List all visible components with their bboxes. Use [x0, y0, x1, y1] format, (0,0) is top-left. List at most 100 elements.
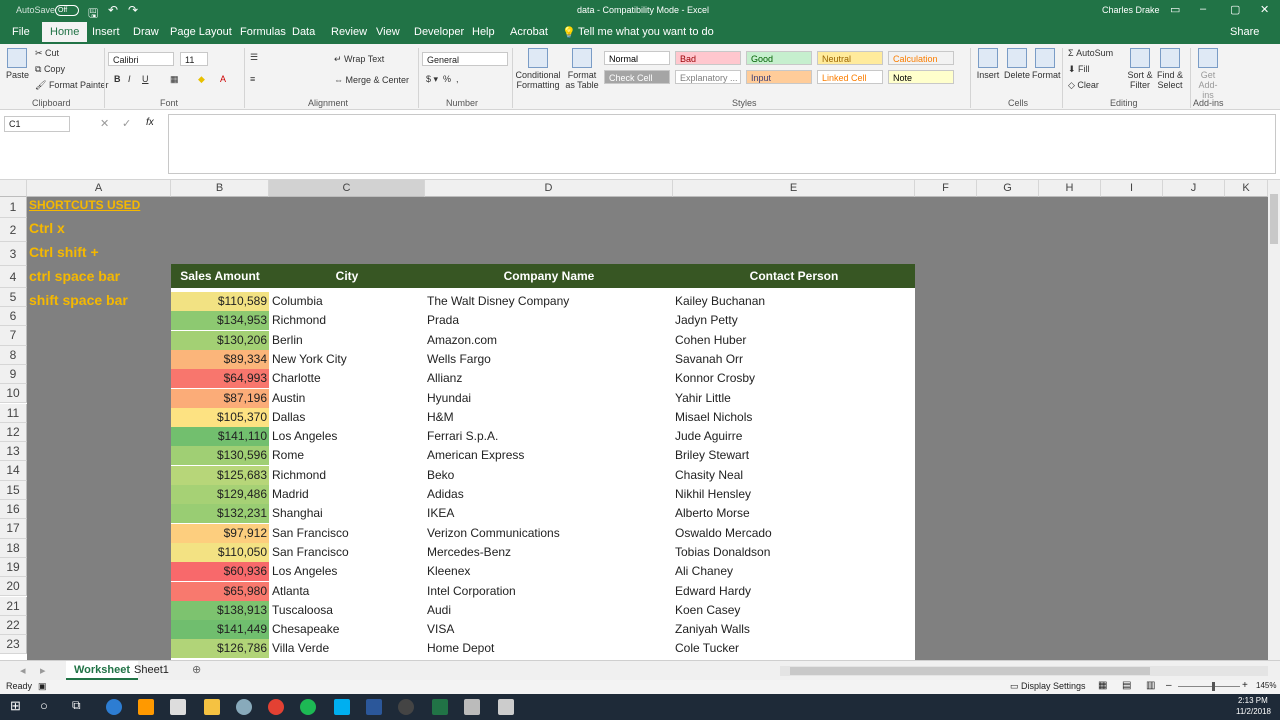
- row-header[interactable]: 3: [0, 242, 27, 266]
- col-header-i[interactable]: I: [1101, 180, 1163, 197]
- normal-view-icon[interactable]: ▦: [1098, 680, 1107, 691]
- row-header[interactable]: 8: [0, 345, 27, 365]
- company-cell[interactable]: Mercedes-Benz: [427, 545, 511, 559]
- sales-amount-cell[interactable]: $110,589: [171, 292, 269, 311]
- row-header[interactable]: 11: [0, 403, 27, 423]
- macro-record-icon[interactable]: ▣: [38, 681, 47, 692]
- company-cell[interactable]: Amazon.com: [427, 333, 497, 347]
- contact-cell[interactable]: Zaniyah Walls: [675, 622, 750, 636]
- sales-amount-cell[interactable]: $89,334: [171, 349, 269, 369]
- sheet-tab-sheet1[interactable]: Sheet1: [134, 664, 169, 676]
- enter-icon[interactable]: ✓: [122, 117, 131, 130]
- undo-icon[interactable]: ↶: [108, 3, 118, 17]
- windows-start-icon[interactable]: ⊞: [10, 698, 21, 714]
- font-color-icon[interactable]: A: [220, 74, 226, 84]
- sales-amount-cell[interactable]: $105,370: [171, 407, 269, 427]
- shortcuts-title-cell[interactable]: SHORTCUTS USED: [27, 198, 171, 212]
- sales-amount-cell[interactable]: $65,980: [171, 581, 269, 601]
- sheet-tab-worksheet[interactable]: Worksheet: [66, 661, 139, 680]
- fill-button[interactable]: ⬇ Fill: [1068, 64, 1090, 75]
- company-cell[interactable]: VISA: [427, 622, 454, 636]
- horizontal-scrollbar[interactable]: [780, 666, 1268, 676]
- city-cell[interactable]: Villa Verde: [272, 641, 329, 655]
- row-header[interactable]: 5: [0, 288, 27, 307]
- mail-icon[interactable]: [170, 699, 186, 715]
- city-cell[interactable]: Berlin: [272, 333, 303, 347]
- scroll-right-icon[interactable]: ▸: [40, 664, 46, 677]
- row-header[interactable]: 12: [0, 422, 27, 443]
- col-header-e[interactable]: E: [673, 180, 915, 197]
- zoom-in-icon[interactable]: +: [1242, 680, 1248, 691]
- redo-icon[interactable]: ↷: [128, 3, 138, 17]
- contact-cell[interactable]: Savanah Orr: [675, 352, 743, 366]
- shortcut-cell[interactable]: ctrl space bar: [27, 268, 171, 284]
- tab-data[interactable]: Data: [292, 26, 315, 38]
- cell-style-item[interactable]: Bad: [675, 51, 741, 65]
- add-sheet-icon[interactable]: ⊕: [192, 663, 201, 676]
- photos-icon[interactable]: [464, 699, 480, 715]
- conditional-formatting-button[interactable]: Conditional Formatting: [514, 48, 562, 90]
- skype-icon[interactable]: [334, 699, 350, 715]
- ribbon-options-icon[interactable]: ▭: [1170, 3, 1180, 16]
- company-cell[interactable]: Allianz: [427, 371, 462, 385]
- company-cell[interactable]: American Express: [427, 448, 524, 462]
- city-cell[interactable]: Dallas: [272, 410, 305, 424]
- maximize-icon[interactable]: ▢: [1230, 3, 1240, 16]
- contact-cell[interactable]: Konnor Crosby: [675, 371, 755, 385]
- autosum-button[interactable]: Σ AutoSum: [1068, 48, 1113, 58]
- contact-cell[interactable]: Briley Stewart: [675, 448, 749, 462]
- city-cell[interactable]: Los Angeles: [272, 429, 337, 443]
- city-cell[interactable]: Richmond: [272, 468, 326, 482]
- sales-amount-cell[interactable]: $129,486: [171, 485, 269, 504]
- tab-formulas[interactable]: Formulas: [240, 26, 286, 38]
- clear-button[interactable]: ◇ Clear: [1068, 80, 1099, 91]
- sales-amount-cell[interactable]: $134,953: [171, 311, 269, 331]
- city-cell[interactable]: Columbia: [272, 294, 323, 308]
- contact-cell[interactable]: Tobias Donaldson: [675, 545, 770, 559]
- city-cell[interactable]: Los Angeles: [272, 564, 337, 578]
- chrome-icon[interactable]: [268, 699, 284, 715]
- contact-cell[interactable]: Edward Hardy: [675, 584, 751, 598]
- tab-acrobat[interactable]: Acrobat: [510, 26, 548, 38]
- company-cell[interactable]: Home Depot: [427, 641, 494, 655]
- contact-cell[interactable]: Alberto Morse: [675, 506, 750, 520]
- format-painter-button[interactable]: 🖌 Format Painter: [35, 80, 108, 91]
- fill-color-icon[interactable]: ◆: [198, 74, 205, 85]
- row-header[interactable]: 23: [0, 635, 27, 655]
- col-header-k[interactable]: K: [1225, 180, 1268, 197]
- page-layout-view-icon[interactable]: ▤: [1122, 680, 1131, 691]
- cell-style-item[interactable]: Neutral: [817, 51, 883, 65]
- row-header[interactable]: 19: [0, 557, 27, 578]
- row-header[interactable]: 4: [0, 266, 27, 288]
- align-left-icon[interactable]: ≡: [250, 74, 255, 84]
- cell-style-item[interactable]: Explanatory ...: [675, 70, 741, 84]
- company-cell[interactable]: The Walt Disney Company: [427, 294, 569, 308]
- tab-view[interactable]: View: [376, 26, 400, 38]
- tab-draw[interactable]: Draw: [133, 26, 159, 38]
- sales-amount-cell[interactable]: $141,449: [171, 620, 269, 640]
- company-cell[interactable]: Kleenex: [427, 564, 470, 578]
- snipping-tool-icon[interactable]: [498, 699, 514, 715]
- app-icon[interactable]: [398, 699, 414, 715]
- city-cell[interactable]: Richmond: [272, 313, 326, 327]
- tab-help[interactable]: Help: [472, 26, 495, 38]
- task-view-icon[interactable]: ⧉: [72, 698, 81, 713]
- tab-insert[interactable]: Insert: [92, 26, 120, 38]
- insert-function-icon[interactable]: fx: [146, 117, 154, 128]
- shortcut-cell[interactable]: shift space bar: [27, 292, 171, 308]
- contact-cell[interactable]: Nikhil Hensley: [675, 487, 751, 501]
- tab-review[interactable]: Review: [331, 26, 367, 38]
- row-header[interactable]: 1: [0, 197, 27, 218]
- sales-amount-cell[interactable]: $87,196: [171, 388, 269, 408]
- company-cell[interactable]: Ferrari S.p.A.: [427, 429, 498, 443]
- horizontal-scroll-thumb[interactable]: [790, 667, 1150, 675]
- row-header[interactable]: 9: [0, 364, 27, 385]
- company-cell[interactable]: Intel Corporation: [427, 584, 516, 598]
- sales-amount-cell[interactable]: $60,936: [171, 562, 269, 582]
- tab-developer[interactable]: Developer: [414, 26, 464, 38]
- formula-input[interactable]: [168, 114, 1276, 174]
- cell-style-item[interactable]: Note: [888, 70, 954, 84]
- sales-amount-cell[interactable]: $138,913: [171, 600, 269, 620]
- file-explorer-icon[interactable]: [204, 699, 220, 715]
- number-format-select[interactable]: General: [422, 52, 508, 66]
